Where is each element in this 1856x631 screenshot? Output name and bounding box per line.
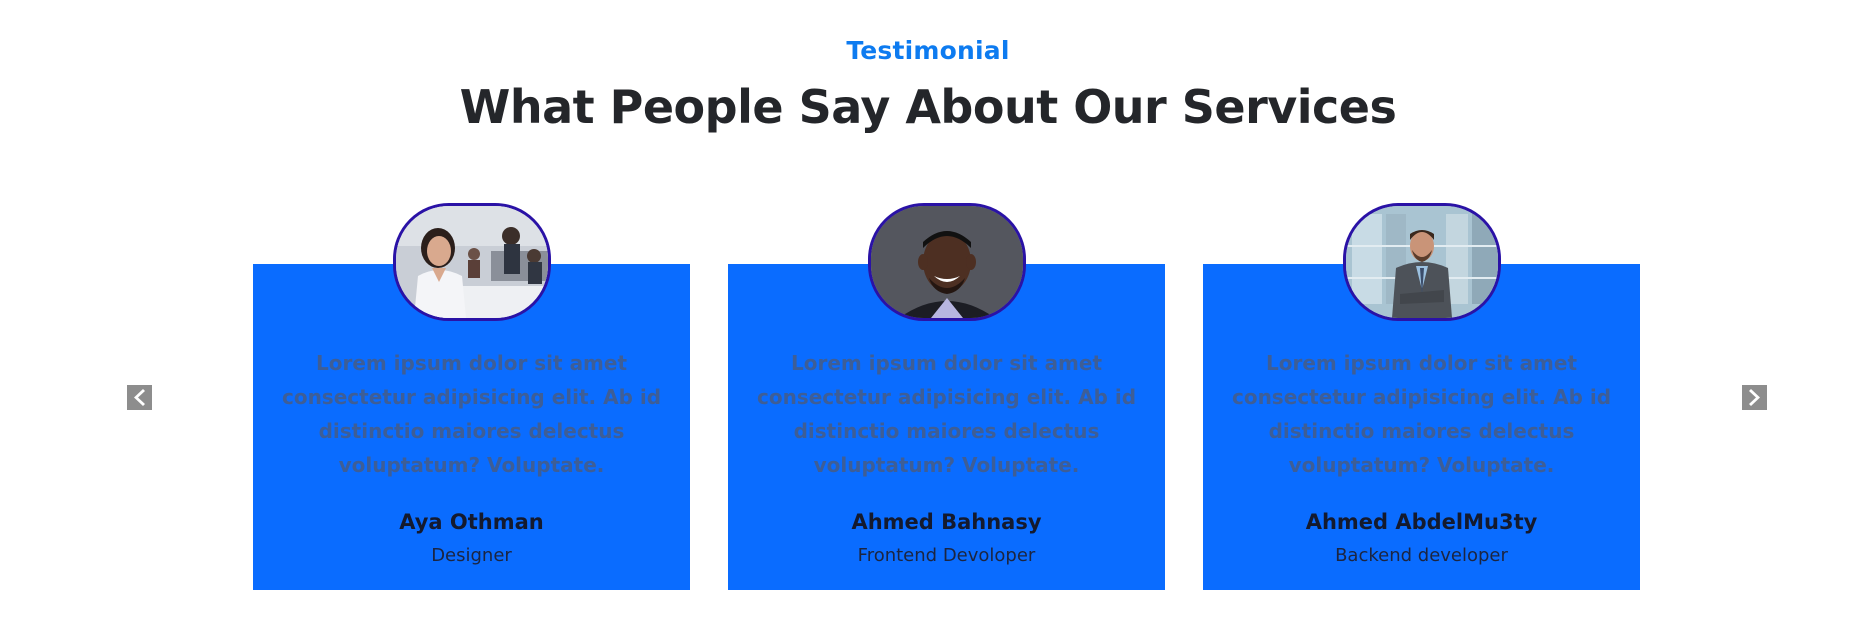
testimonial-section: Testimonial What People Say About Our Se… xyxy=(0,0,1856,631)
testimonial-card: Lorem ipsum dolor sit amet consectetur a… xyxy=(253,203,690,590)
testimonial-quote: Lorem ipsum dolor sit amet consectetur a… xyxy=(1231,351,1612,477)
slider-next-button[interactable] xyxy=(1742,385,1767,410)
testimonial-role: Backend developer xyxy=(1335,545,1508,566)
testimonial-card: Lorem ipsum dolor sit amet consectetur a… xyxy=(728,203,1165,590)
testimonial-quote: Lorem ipsum dolor sit amet consectetur a… xyxy=(281,351,662,477)
avatar xyxy=(868,203,1026,321)
section-eyebrow: Testimonial xyxy=(846,36,1010,65)
testimonial-card: Lorem ipsum dolor sit amet consectetur a… xyxy=(1203,203,1640,590)
testimonial-role: Frontend Devoloper xyxy=(857,545,1036,566)
avatar xyxy=(1343,203,1501,321)
chevron-left-icon xyxy=(134,389,145,406)
testimonial-role: Designer xyxy=(431,545,512,566)
section-heading: What People Say About Our Services xyxy=(459,80,1397,134)
chevron-right-icon xyxy=(1749,389,1760,406)
slider-prev-button[interactable] xyxy=(127,385,152,410)
avatar xyxy=(393,203,551,321)
testimonial-quote: Lorem ipsum dolor sit amet consectetur a… xyxy=(756,351,1137,477)
testimonial-name: Aya Othman xyxy=(399,510,544,534)
testimonial-name: Ahmed Bahnasy xyxy=(851,510,1042,534)
testimonial-name: Ahmed AbdelMu3ty xyxy=(1305,510,1538,534)
